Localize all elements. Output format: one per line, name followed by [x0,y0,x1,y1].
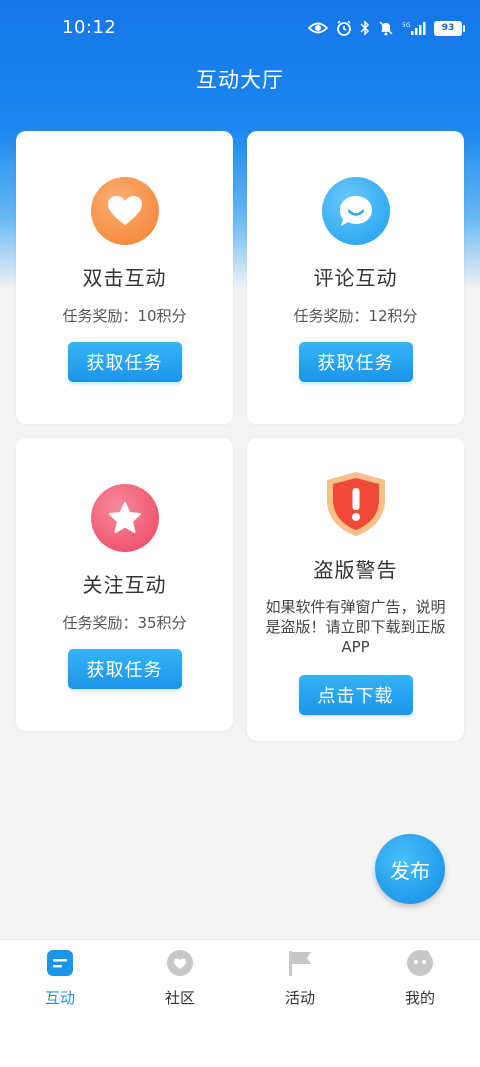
interaction-icon [46,949,74,977]
download-button[interactable]: 点击下载 [298,675,413,715]
card-title: 评论互动 [313,266,398,290]
tab-activity[interactable]: 活动 [240,940,360,1020]
status-time: 10:12 [62,17,117,38]
publish-button[interactable]: 发布 [375,834,445,904]
tab-label: 互动 [44,989,75,1007]
battery-icon: 93 [434,20,465,36]
tab-interaction[interactable]: 互动 [0,940,120,1020]
get-task-button[interactable]: 获取任务 [67,342,182,382]
card-double-click: 双击互动 任务奖励：10积分 获取任务 [16,131,233,424]
tab-label: 活动 [284,989,315,1007]
card-piracy-warning: 盗版警告 如果软件有弹窗广告，说明是盗版！请立即下载到正版APP 点击下载 [247,438,464,741]
card-description: 如果软件有弹窗广告，说明是盗版！请立即下载到正版APP [265,598,446,656]
community-icon [166,949,194,977]
status-icons: 5G 93 [308,14,465,42]
star-icon [90,484,159,552]
tab-profile[interactable]: 我的 [360,940,480,1020]
mute-icon [378,20,394,36]
card-title: 关注互动 [82,573,167,597]
page-title: 互动大厅 [196,68,284,92]
card-title: 双击互动 [82,266,167,290]
warning-shield-icon [322,470,390,538]
get-task-button[interactable]: 获取任务 [298,342,413,382]
tab-label: 社区 [164,989,195,1007]
signal-icon: 5G [402,20,426,36]
bluetooth-icon [360,20,370,36]
get-task-button[interactable]: 获取任务 [67,649,182,689]
bottom-tab-bar: 互动 社区 活动 我的 [0,939,480,1020]
card-comment: 评论互动 任务奖励：12积分 获取任务 [247,131,464,424]
card-title: 盗版警告 [313,558,398,582]
tab-community[interactable]: 社区 [120,940,240,1020]
status-bar: 10:12 5G 93 [0,0,480,48]
flag-icon [286,949,314,977]
card-reward: 任务奖励：35积分 [62,614,187,632]
card-follow: 关注互动 任务奖励：35积分 获取任务 [16,438,233,731]
heart-icon [90,177,159,245]
chat-bubble-icon [321,177,390,245]
alarm-icon [336,20,352,36]
tab-label: 我的 [404,989,435,1007]
profile-icon [406,949,434,977]
bottom-safe-area [0,1020,480,1067]
eye-icon [308,21,328,35]
svg-text:5G: 5G [402,22,411,29]
card-reward: 任务奖励：12积分 [293,307,418,325]
card-reward: 任务奖励：10积分 [62,307,187,325]
